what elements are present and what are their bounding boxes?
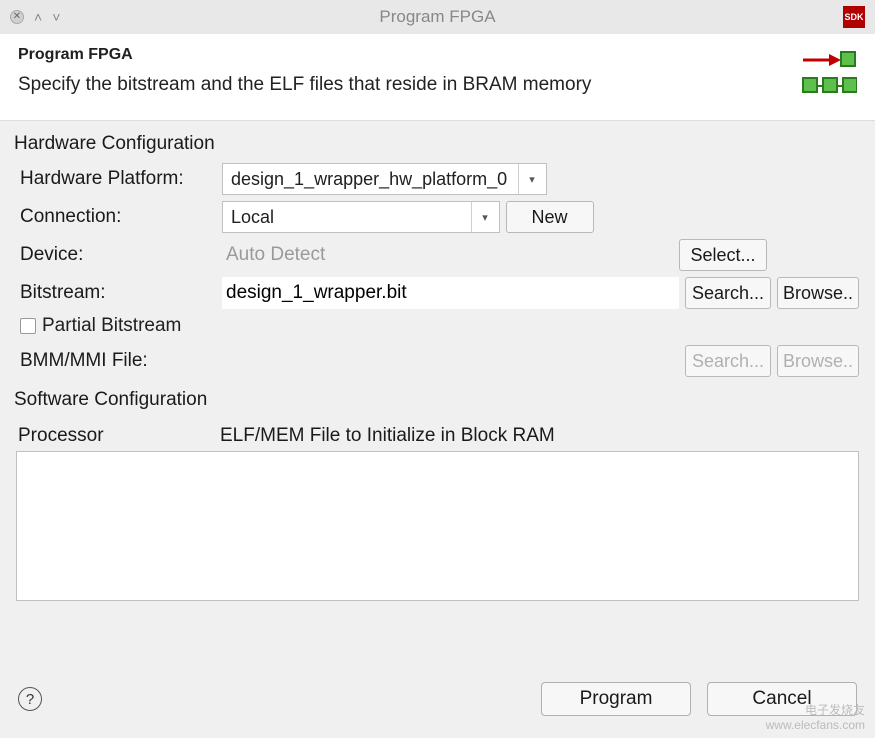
cancel-button[interactable]: Cancel: [707, 682, 857, 716]
dialog-footer: ? Program Cancel: [0, 668, 875, 738]
chevron-down-icon: ▾: [471, 202, 499, 232]
sdk-badge: SDK: [843, 6, 865, 28]
col-processor: Processor: [18, 425, 220, 447]
hardware-form: Hardware Platform: design_1_wrapper_hw_p…: [0, 163, 875, 383]
fpga-program-icon: [801, 46, 857, 102]
software-listbox[interactable]: [16, 451, 859, 601]
dialog-header: Program FPGA Specify the bitstream and t…: [0, 34, 875, 121]
connection-value: Local: [231, 207, 274, 228]
bmm-input[interactable]: [222, 345, 679, 377]
device-label: Device:: [16, 244, 216, 266]
software-columns: Processor ELF/MEM File to Initialize in …: [18, 425, 857, 447]
partial-bitstream-label: Partial Bitstream: [42, 315, 181, 337]
close-icon[interactable]: ✕: [10, 10, 24, 24]
bmm-label: BMM/MMI File:: [16, 350, 216, 372]
chevron-down-icon[interactable]: ˅: [52, 10, 60, 24]
partial-bitstream-checkbox[interactable]: [20, 318, 36, 334]
bmm-search-button: Search...: [685, 345, 771, 377]
header-description: Specify the bitstream and the ELF files …: [18, 74, 791, 96]
connection-select[interactable]: Local ▾: [222, 201, 500, 233]
connection-label: Connection:: [16, 206, 216, 228]
partial-bitstream-row[interactable]: Partial Bitstream: [20, 315, 859, 337]
window-title: Program FPGA: [0, 7, 875, 27]
program-button[interactable]: Program: [541, 682, 691, 716]
help-icon[interactable]: ?: [18, 687, 42, 711]
hardware-platform-select[interactable]: design_1_wrapper_hw_platform_0 ▾: [222, 163, 547, 195]
titlebar: ✕ ˄ ˅ Program FPGA SDK: [0, 0, 875, 34]
device-value: Auto Detect: [222, 239, 673, 271]
chevron-up-icon[interactable]: ˄: [34, 10, 42, 24]
bitstream-input[interactable]: [222, 277, 679, 309]
chevron-down-icon: ▾: [518, 164, 546, 194]
bitstream-search-button[interactable]: Search...: [685, 277, 771, 309]
select-device-button[interactable]: Select...: [679, 239, 767, 271]
col-elf: ELF/MEM File to Initialize in Block RAM: [220, 425, 555, 447]
hardware-section-title: Hardware Configuration: [14, 133, 859, 155]
bitstream-browse-button[interactable]: Browse..: [777, 277, 859, 309]
hardware-platform-value: design_1_wrapper_hw_platform_0: [231, 169, 507, 190]
new-connection-button[interactable]: New: [506, 201, 594, 233]
header-text: Program FPGA Specify the bitstream and t…: [18, 46, 791, 96]
software-section-title: Software Configuration: [14, 389, 859, 411]
header-title: Program FPGA: [18, 46, 791, 64]
bitstream-label: Bitstream:: [16, 282, 216, 304]
bmm-browse-button: Browse..: [777, 345, 859, 377]
window-controls: ✕ ˄ ˅: [10, 10, 60, 24]
hardware-platform-label: Hardware Platform:: [16, 168, 216, 190]
